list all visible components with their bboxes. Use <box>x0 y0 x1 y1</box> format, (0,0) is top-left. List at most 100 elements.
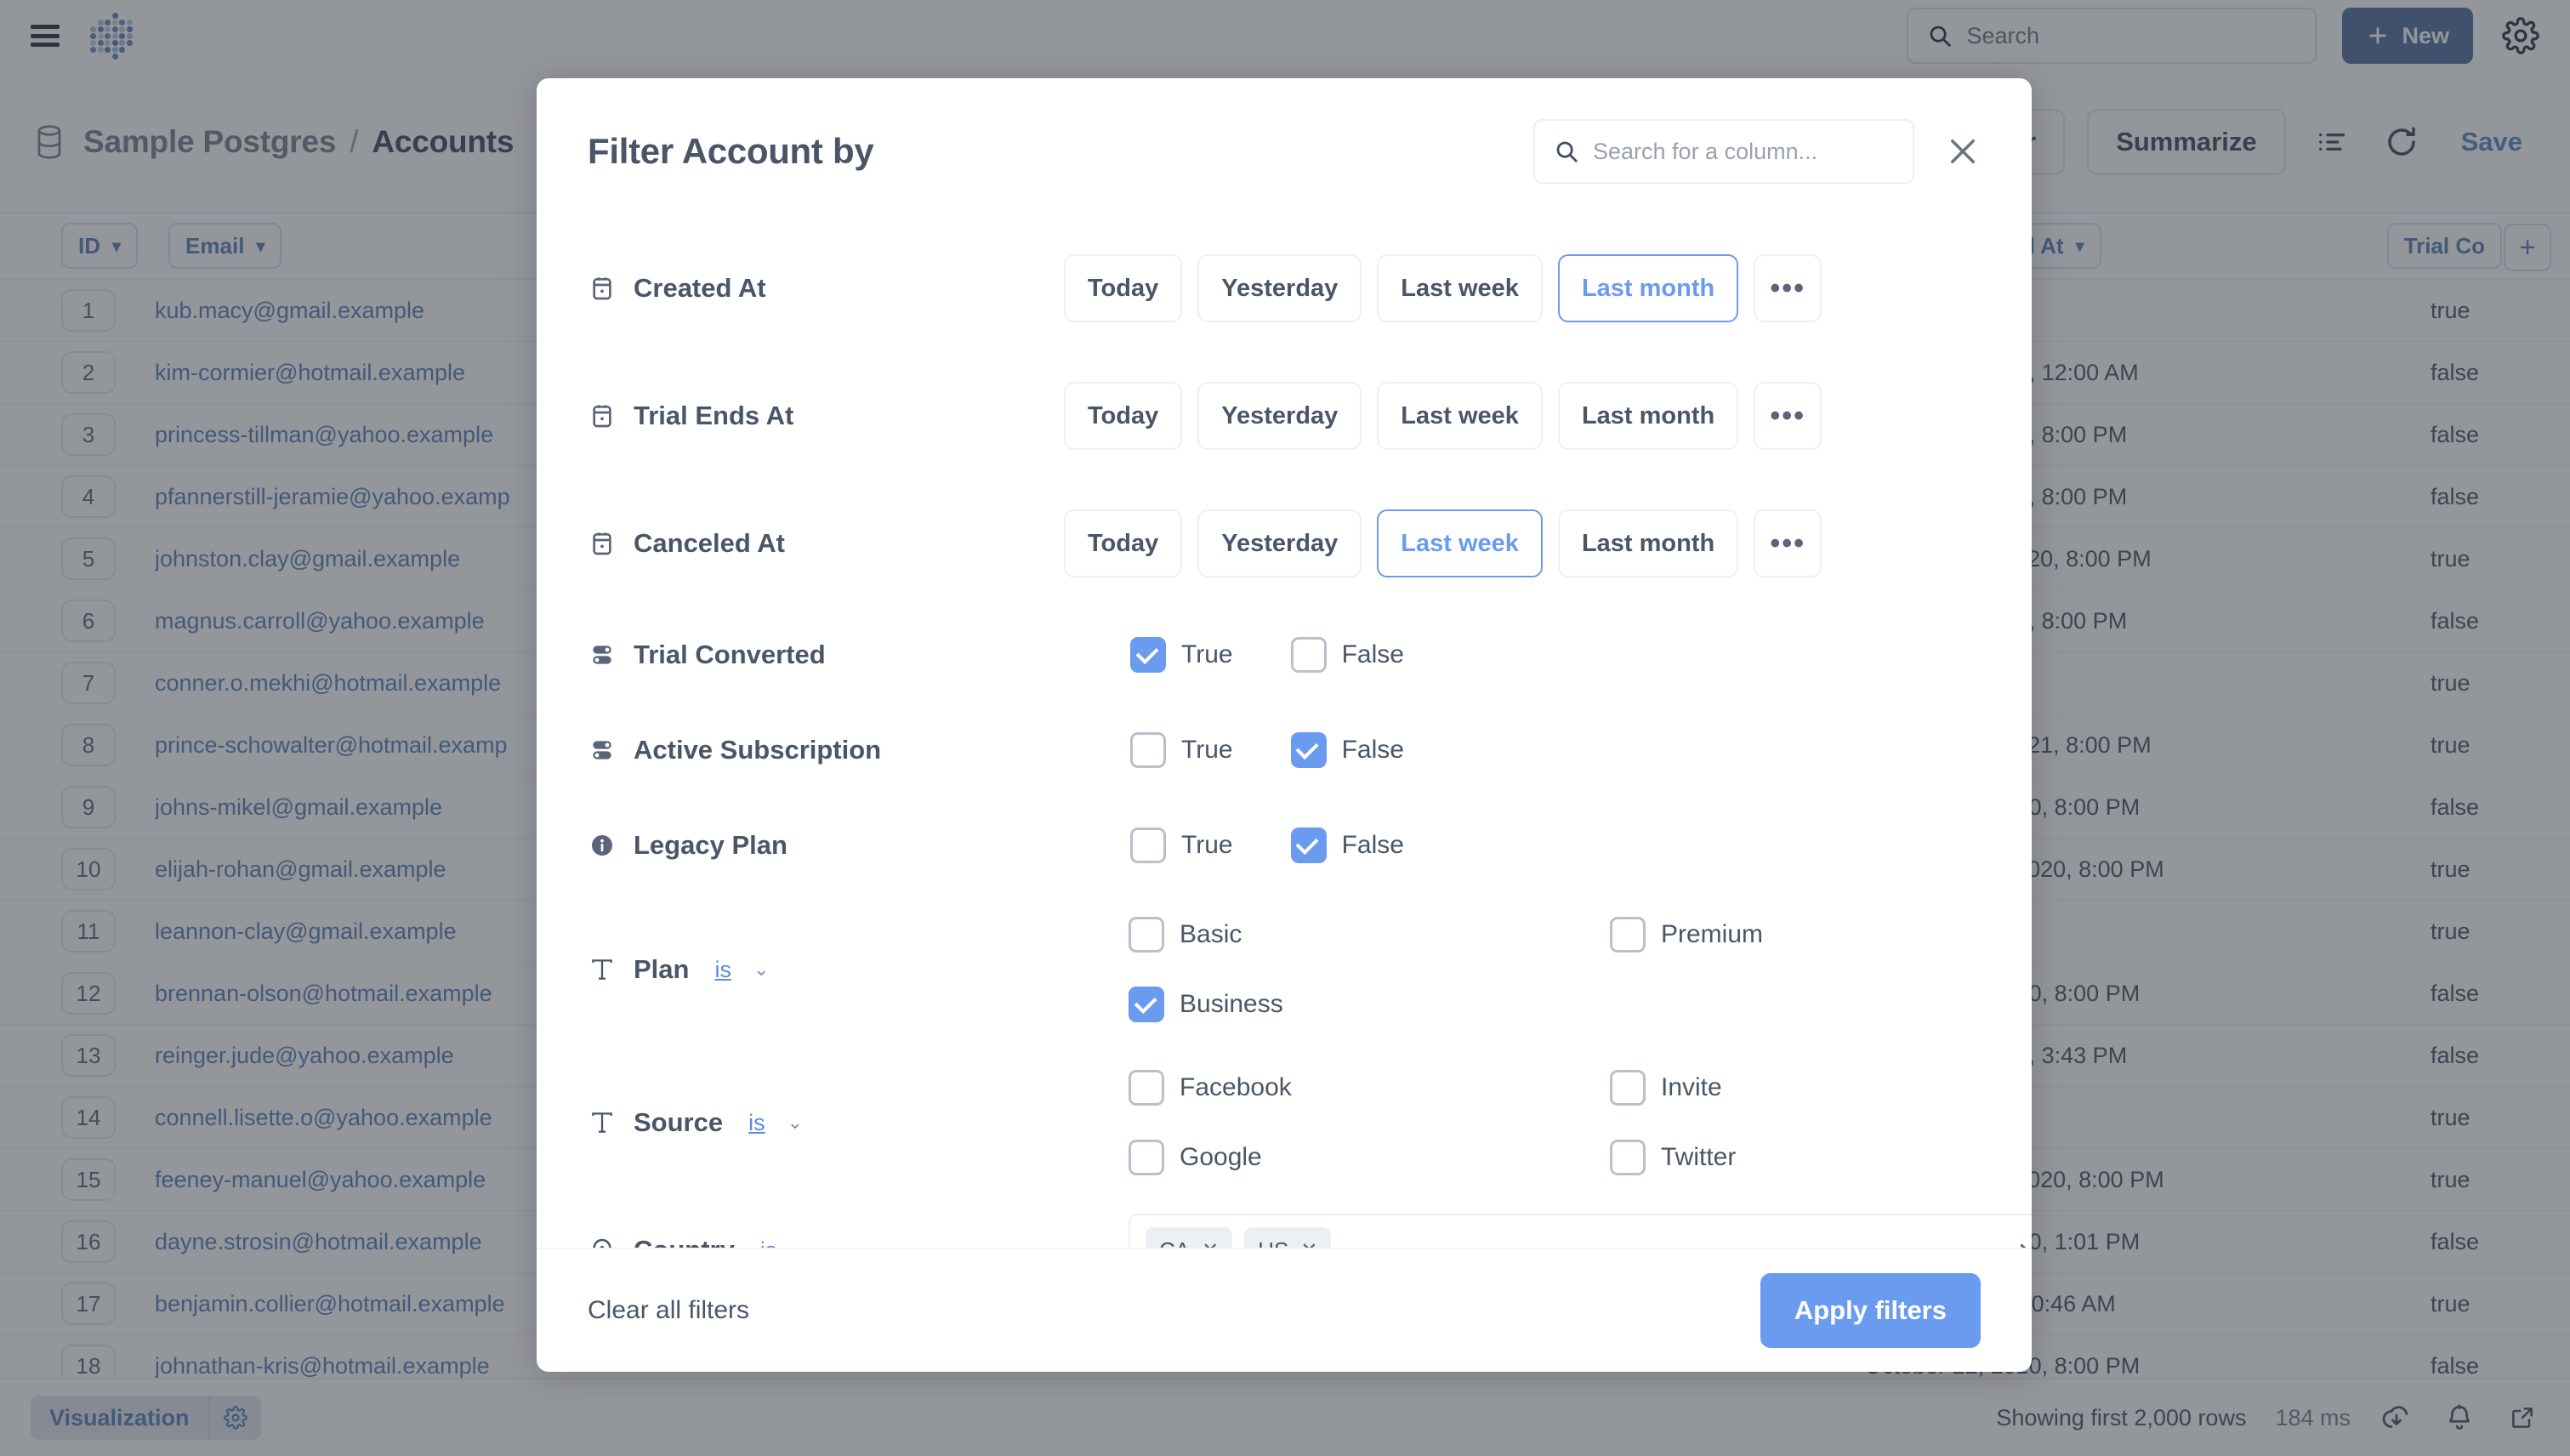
filter-label: Canceled At <box>588 528 1064 559</box>
checkbox[interactable] <box>1290 828 1327 863</box>
date-option-today[interactable]: Today <box>1064 254 1183 322</box>
filter-row-country: Country is ⌄ CA ✕ US ✕ <box>537 1199 2032 1248</box>
date-option-last-month[interactable]: Last month <box>1557 382 1739 450</box>
column-search-input[interactable]: Search for a column... <box>1533 119 1914 184</box>
filter-modal-footer: Clear all filters Apply filters <box>537 1248 2032 1372</box>
checkbox-option-basic[interactable]: Basic <box>1129 917 1610 953</box>
date-option-last-week[interactable]: Last week <box>1377 254 1543 322</box>
country-multiselect[interactable]: CA ✕ US ✕ <box>1129 1214 2032 1248</box>
filter-row-canceled-at: Canceled At Today Yesterday Last week Last m… <box>537 480 2032 607</box>
checkbox-option-true[interactable]: True <box>1130 828 1233 863</box>
checkbox-option-facebook[interactable]: Facebook <box>1129 1070 1610 1106</box>
date-option-yesterday[interactable]: Yesterday <box>1197 382 1362 450</box>
filter-operator[interactable]: is <box>714 957 731 983</box>
column-search-placeholder: Search for a column... <box>1593 138 1818 164</box>
country-chip[interactable]: US ✕ <box>1244 1227 1332 1248</box>
date-shortcut-group: Today Yesterday Last week Last month ••• <box>1064 254 1822 322</box>
checkbox-label: True <box>1181 831 1233 859</box>
checkbox[interactable] <box>1129 1140 1164 1175</box>
filter-control: True False <box>1064 637 1981 673</box>
checkbox[interactable] <box>1610 1070 1646 1106</box>
info-icon <box>588 831 617 860</box>
checkbox-label: True <box>1181 640 1233 668</box>
country-chip-label: US <box>1258 1237 1288 1248</box>
date-option-last-month[interactable]: Last month <box>1557 254 1739 322</box>
checkbox-option-true[interactable]: True <box>1130 732 1233 768</box>
checkbox[interactable] <box>1290 637 1327 673</box>
filter-row-created-at: Created At Today Yesterday Last week Last mo… <box>537 225 2032 352</box>
checkbox-option-false[interactable]: False <box>1290 828 1404 863</box>
chevron-down-icon[interactable]: ⌄ <box>799 1239 814 1248</box>
calendar-icon <box>588 529 617 558</box>
date-option-last-week[interactable]: Last week <box>1377 509 1543 577</box>
more-date-options-button[interactable]: ••• <box>1754 509 1822 577</box>
checkbox-option-false[interactable]: False <box>1290 732 1404 768</box>
text-icon <box>588 1108 617 1137</box>
filter-row-plan: Plan is ⌄ Basic Premium Business <box>537 893 2032 1046</box>
checkbox-option-false[interactable]: False <box>1290 637 1404 673</box>
filter-control: True False <box>1064 732 1981 768</box>
checkbox-label: Facebook <box>1180 1073 1292 1101</box>
checkbox-label: Basic <box>1180 920 1242 948</box>
country-chip[interactable]: CA ✕ <box>1146 1227 1233 1248</box>
checkbox-option-google[interactable]: Google <box>1129 1140 1610 1175</box>
checkbox[interactable] <box>1610 1140 1646 1175</box>
toggle-icon <box>588 736 617 765</box>
chevron-down-icon[interactable]: ⌄ <box>753 958 769 981</box>
filter-modal: Filter Account by Search for a column...… <box>537 78 2032 1372</box>
close-icon[interactable]: ✕ <box>1300 1238 1317 1248</box>
checkbox[interactable] <box>1130 828 1166 863</box>
filter-name: Active Subscription <box>634 735 882 765</box>
checkbox-option-business[interactable]: Business <box>1129 987 1610 1022</box>
date-option-last-week[interactable]: Last week <box>1377 382 1543 450</box>
category-options: Facebook Invite Google Twitter <box>1129 1070 2032 1175</box>
filter-label: Active Subscription <box>588 735 1064 765</box>
date-shortcut-group: Today Yesterday Last week Last month ••• <box>1064 382 1822 450</box>
filter-name: Canceled At <box>634 528 786 558</box>
filter-control: Today Yesterday Last week Last month ••• <box>1064 382 1981 450</box>
apply-filters-button[interactable]: Apply filters <box>1760 1273 1981 1348</box>
category-options: Basic Premium Business <box>1129 917 2032 1022</box>
date-option-today[interactable]: Today <box>1064 382 1183 450</box>
search-icon <box>1554 139 1579 164</box>
checkbox-option-invite[interactable]: Invite <box>1610 1070 2032 1106</box>
filter-label: Country is ⌄ <box>588 1235 1064 1248</box>
toggle-icon <box>588 640 617 669</box>
filter-name: Source <box>634 1107 724 1137</box>
checkbox[interactable] <box>1130 637 1166 673</box>
checkbox[interactable] <box>1610 917 1646 953</box>
text-icon <box>588 955 617 984</box>
date-option-today[interactable]: Today <box>1064 509 1183 577</box>
checkbox[interactable] <box>1130 732 1166 768</box>
chevron-down-icon[interactable] <box>2018 1242 2032 1248</box>
date-option-yesterday[interactable]: Yesterday <box>1197 509 1362 577</box>
close-icon[interactable] <box>1945 134 1981 169</box>
close-icon[interactable]: ✕ <box>1202 1238 1219 1248</box>
filter-operator[interactable]: is <box>760 1237 777 1248</box>
chevron-down-icon[interactable]: ⌄ <box>787 1112 803 1134</box>
filter-control: Today Yesterday Last week Last month ••• <box>1064 254 1981 322</box>
checkbox[interactable] <box>1129 1070 1164 1106</box>
checkbox[interactable] <box>1129 917 1164 953</box>
filter-name: Country <box>634 1235 735 1248</box>
boolean-options: True False <box>1130 828 1404 863</box>
checkbox-option-premium[interactable]: Premium <box>1610 917 2032 953</box>
checkbox[interactable] <box>1290 732 1327 768</box>
checkbox-option-twitter[interactable]: Twitter <box>1610 1140 2032 1175</box>
date-option-yesterday[interactable]: Yesterday <box>1197 254 1362 322</box>
more-date-options-button[interactable]: ••• <box>1754 382 1822 450</box>
checkbox-option-true[interactable]: True <box>1130 637 1233 673</box>
date-option-last-month[interactable]: Last month <box>1557 509 1739 577</box>
calendar-icon <box>588 274 617 303</box>
checkbox-label: Twitter <box>1661 1143 1737 1171</box>
clear-all-filters-button[interactable]: Clear all filters <box>588 1296 749 1325</box>
filter-row-source: Source is ⌄ Facebook Invite Google Twitter <box>537 1046 2032 1199</box>
filter-row-trial-converted: Trial Converted True False <box>537 607 2032 702</box>
calendar-icon <box>588 401 617 430</box>
country-chip-label: CA <box>1159 1237 1190 1248</box>
filter-control: Today Yesterday Last week Last month ••• <box>1064 509 1981 577</box>
filter-operator[interactable]: is <box>748 1110 765 1136</box>
more-date-options-button[interactable]: ••• <box>1754 254 1822 322</box>
filter-name: Trial Converted <box>634 640 826 669</box>
checkbox[interactable] <box>1129 987 1164 1022</box>
